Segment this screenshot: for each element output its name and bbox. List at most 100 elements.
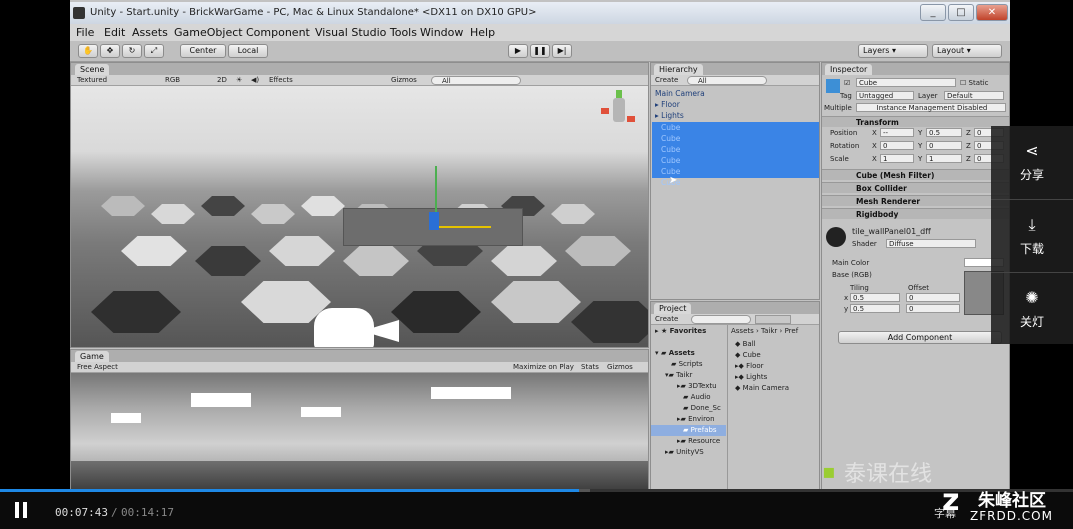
asset-floor[interactable]: ▸◆ Floor	[735, 362, 764, 370]
favorites-folder[interactable]: ▸ ★ Favorites	[655, 327, 706, 335]
rigidbody-header[interactable]: Rigidbody	[822, 208, 1009, 219]
box-collider-header[interactable]: Box Collider	[822, 182, 1009, 193]
tab-inspector[interactable]: Inspector	[825, 64, 873, 75]
space-local-button[interactable]: Local	[228, 44, 268, 58]
scene-orientation-gizmo-icon[interactable]	[599, 90, 643, 134]
asset-main-camera[interactable]: ◆ Main Camera	[735, 384, 789, 392]
rotation-y-field[interactable]: 0	[926, 141, 962, 150]
stats-toggle[interactable]: Stats	[581, 363, 599, 371]
offset-y-field[interactable]: 0	[906, 304, 960, 313]
share-button[interactable]: ⋖ 分享	[991, 126, 1073, 198]
download-button[interactable]: ⤓ 下载	[991, 199, 1073, 271]
hierarchy-item-cube[interactable]: Cube	[661, 145, 680, 154]
transform-header[interactable]: Transform	[822, 116, 1009, 127]
scale-x-field[interactable]: 1	[880, 154, 914, 163]
layout-dropdown[interactable]: Layout ▾	[932, 44, 1002, 58]
shader-dropdown[interactable]: Diffuse	[886, 239, 976, 248]
scene-search-input[interactable]: All	[431, 76, 521, 85]
hierarchy-item-cube[interactable]: Cube	[661, 134, 680, 143]
progress-track[interactable]	[0, 489, 1073, 492]
rotation-x-field[interactable]: 0	[880, 141, 914, 150]
menu-help[interactable]: Help	[470, 26, 495, 39]
folder-3dtextures[interactable]: ▸▰ 3DTextu	[677, 382, 717, 390]
asset-lights[interactable]: ▸◆ Lights	[735, 373, 767, 381]
offset-x-field[interactable]: 0	[906, 293, 960, 302]
menu-component[interactable]: Component	[246, 26, 310, 39]
minimize-button[interactable]: _	[920, 4, 946, 21]
pivot-center-button[interactable]: Center	[180, 44, 226, 58]
step-icon[interactable]: ▶|	[552, 44, 572, 58]
project-filter-icons[interactable]	[755, 315, 791, 324]
close-button[interactable]: ✕	[976, 4, 1008, 21]
lights-off-button[interactable]: ✺ 关灯	[991, 272, 1073, 344]
tab-project[interactable]: Project	[654, 303, 692, 314]
position-x-field[interactable]: --	[880, 128, 914, 137]
menu-file[interactable]: File	[76, 26, 94, 39]
video-player[interactable]: Unity - Start.unity - BrickWarGame - PC,…	[0, 0, 1073, 529]
menu-gameobject[interactable]: GameObject	[174, 26, 243, 39]
active-checkbox[interactable]: ☑	[844, 79, 850, 87]
gizmos-dropdown[interactable]: Gizmos	[391, 76, 417, 84]
move-gizmo-z-handle[interactable]	[429, 212, 439, 230]
folder-scripts[interactable]: ▰ Scripts	[671, 360, 703, 368]
tab-game[interactable]: Game	[75, 351, 109, 362]
hierarchy-item-cube[interactable]: Cube	[661, 123, 680, 132]
scale-tool-icon[interactable]: ⤢	[144, 44, 164, 58]
video-frame[interactable]: Unity - Start.unity - BrickWarGame - PC,…	[70, 0, 1010, 490]
menu-visual-studio-tools[interactable]: Visual Studio Tools	[315, 26, 417, 39]
pause-icon[interactable]: ❚❚	[530, 44, 550, 58]
object-name-field[interactable]: Cube	[856, 78, 956, 87]
folder-prefabs[interactable]: ▰ Prefabs	[683, 426, 717, 434]
menu-window[interactable]: Window	[420, 26, 463, 39]
mesh-renderer-header[interactable]: Mesh Renderer	[822, 195, 1009, 206]
add-component-button[interactable]: Add Component	[838, 331, 1002, 344]
aspect-dropdown[interactable]: Free Aspect	[77, 363, 118, 371]
render-dropdown[interactable]: RGB	[165, 76, 180, 84]
folder-unityvs[interactable]: ▸▰ UnityVS	[665, 448, 704, 456]
hierarchy-item-floor[interactable]: ▸ Floor	[655, 100, 680, 109]
menu-assets[interactable]: Assets	[132, 26, 168, 39]
toggle-2d[interactable]: 2D	[217, 76, 227, 84]
effects-dropdown[interactable]: Effects	[269, 76, 293, 84]
hierarchy-create-button[interactable]: Create	[655, 76, 678, 84]
move-gizmo-x-axis[interactable]	[435, 226, 491, 228]
game-viewport[interactable]	[71, 373, 648, 489]
menu-edit[interactable]: Edit	[104, 26, 125, 39]
tab-hierarchy[interactable]: Hierarchy	[654, 64, 703, 75]
maximize-button[interactable]: □	[948, 4, 974, 21]
folder-done-scripts[interactable]: ▰ Done_Sc	[683, 404, 721, 412]
folder-resources[interactable]: ▸▰ Resource	[677, 437, 720, 445]
move-tool-icon[interactable]: ✥	[100, 44, 120, 58]
folder-audio[interactable]: ▰ Audio	[683, 393, 711, 401]
hierarchy-item-lights[interactable]: ▸ Lights	[655, 111, 684, 120]
shading-dropdown[interactable]: Textured	[77, 76, 107, 84]
hand-tool-icon[interactable]: ✋	[78, 44, 98, 58]
hierarchy-item-cube[interactable]: Cube	[661, 156, 680, 165]
layers-dropdown[interactable]: Layers ▾	[858, 44, 928, 58]
rotate-tool-icon[interactable]: ↻	[122, 44, 142, 58]
light-icon[interactable]: ☀	[236, 76, 242, 84]
folder-taikr[interactable]: ▾▰ Taikr	[665, 371, 692, 379]
scene-viewport[interactable]	[71, 86, 648, 347]
tiling-x-field[interactable]: 0.5	[850, 293, 900, 302]
static-checkbox[interactable]: ☐ Static	[960, 79, 989, 87]
play-icon[interactable]: ▶	[508, 44, 528, 58]
project-create-button[interactable]: Create	[655, 315, 678, 323]
position-y-field[interactable]: 0.5	[926, 128, 962, 137]
layer-dropdown[interactable]: Default	[944, 91, 1004, 100]
project-search-input[interactable]	[691, 315, 751, 324]
folder-environment[interactable]: ▸▰ Environ	[677, 415, 715, 423]
hierarchy-item-main-camera[interactable]: Main Camera	[655, 89, 705, 98]
pause-button[interactable]	[14, 502, 28, 518]
project-breadcrumb[interactable]: Assets › Taikr › Pref	[731, 327, 798, 335]
mesh-filter-header[interactable]: Cube (Mesh Filter)	[822, 169, 1009, 180]
game-gizmos-dropdown[interactable]: Gizmos	[607, 363, 633, 371]
scale-y-field[interactable]: 1	[926, 154, 962, 163]
assets-folder[interactable]: ▾ ▰ Assets	[655, 349, 695, 357]
tab-scene[interactable]: Scene	[75, 64, 110, 75]
hierarchy-search-input[interactable]: All	[687, 76, 767, 85]
asset-cube[interactable]: ◆ Cube	[735, 351, 761, 359]
tiling-y-field[interactable]: 0.5	[850, 304, 900, 313]
maximize-on-play-toggle[interactable]: Maximize on Play	[513, 363, 574, 371]
audio-icon[interactable]: ◀)	[251, 76, 259, 84]
